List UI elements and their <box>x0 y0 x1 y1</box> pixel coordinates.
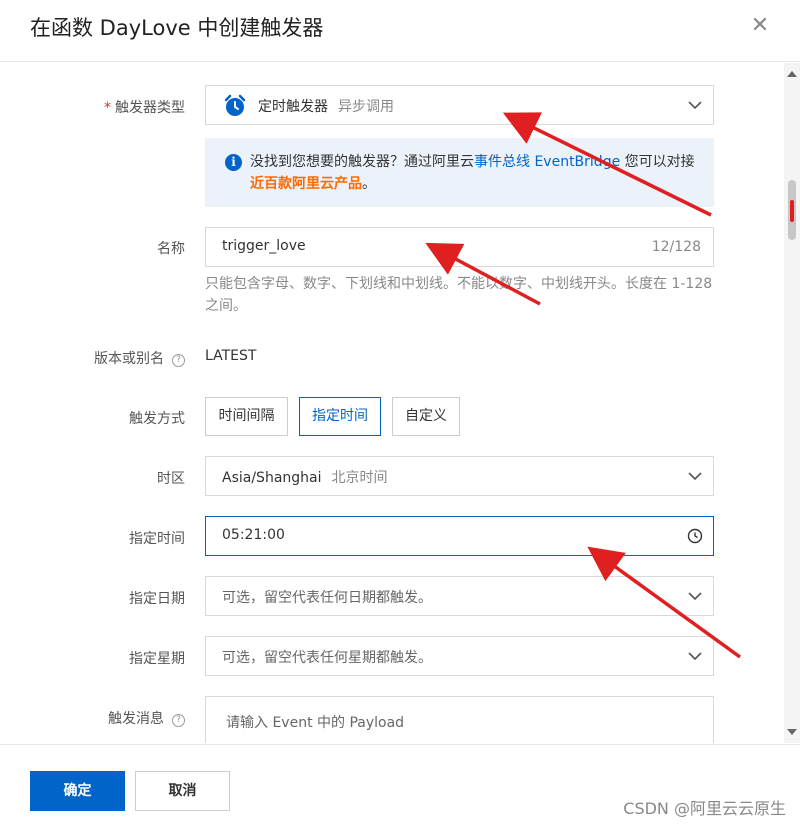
timezone-label: 时区 <box>157 471 185 487</box>
info-text-2: 您可以对接 <box>620 154 695 170</box>
help-icon[interactable]: ? <box>172 354 185 367</box>
time-input[interactable]: 05:21:00 <box>205 516 714 556</box>
trigger-mode-label: 触发方式 <box>129 411 185 427</box>
trigger-type-label: * 触发器类型 <box>104 97 185 117</box>
version-label-text: 版本或别名 <box>94 351 164 367</box>
dialog-body: * 触发器类型 定时触发器 异步调用 i 没找到您想要的触发器？通过阿里云事件总线 … <box>0 63 800 743</box>
chevron-down-icon <box>688 101 702 110</box>
timezone-select[interactable]: Asia/Shanghai 北京时间 <box>205 456 714 496</box>
trigger-type-sub: 异步调用 <box>338 99 394 115</box>
trigger-type-select[interactable]: 定时触发器 异步调用 <box>205 85 714 125</box>
payload-textarea[interactable]: 请输入 Event 中的 Payload <box>205 696 714 743</box>
chevron-down-icon <box>688 592 702 601</box>
help-icon[interactable]: ? <box>172 714 185 727</box>
chevron-down-icon <box>688 472 702 481</box>
watermark: CSDN @阿里云云原生 <box>623 799 786 818</box>
cancel-button[interactable]: 取消 <box>135 771 230 811</box>
version-value: LATEST <box>205 348 257 364</box>
time-label: 指定时间 <box>129 531 185 547</box>
alarm-clock-icon <box>224 94 246 116</box>
timezone-sub: 北京时间 <box>331 470 388 486</box>
date-label: 指定日期 <box>129 591 185 607</box>
dialog-title: 在函数 DayLove 中创建触发器 <box>30 16 324 40</box>
close-icon[interactable]: ✕ <box>748 14 772 38</box>
name-label: 名称 <box>157 241 185 257</box>
dialog-footer: 确定 取消 CSDN @阿里云云原生 <box>0 744 800 824</box>
name-counter: 12/128 <box>651 239 701 255</box>
date-select[interactable]: 可选，留空代表任何日期都触发。 <box>205 576 714 616</box>
weekday-label: 指定星期 <box>129 651 185 667</box>
time-value: 05:21:00 <box>222 527 285 543</box>
weekday-placeholder: 可选，留空代表任何星期都触发。 <box>222 650 432 666</box>
name-value: trigger_love <box>222 238 306 254</box>
payload-label: 触发消息? <box>108 708 185 728</box>
mode-interval-button[interactable]: 时间间隔 <box>205 397 288 436</box>
info-text-3: 。 <box>362 176 376 192</box>
scrollbar[interactable] <box>784 63 800 743</box>
products-link[interactable]: 近百款阿里云产品 <box>250 176 362 192</box>
version-label: 版本或别名? <box>94 348 185 368</box>
clock-icon[interactable] <box>687 528 703 544</box>
scrollbar-thumb[interactable] <box>788 180 796 240</box>
trigger-type-value: 定时触发器 <box>258 99 328 115</box>
chevron-down-icon <box>688 652 702 661</box>
timezone-value: Asia/Shanghai <box>222 470 322 486</box>
weekday-select[interactable]: 可选，留空代表任何星期都触发。 <box>205 636 714 676</box>
dialog-header: 在函数 DayLove 中创建触发器 ✕ <box>0 0 800 62</box>
info-message: 没找到您想要的触发器？通过阿里云事件总线 EventBridge 您可以对接近百… <box>250 151 700 195</box>
trigger-type-label-text: 触发器类型 <box>115 100 185 116</box>
mode-custom-button[interactable]: 自定义 <box>392 397 460 436</box>
name-input[interactable]: trigger_love 12/128 <box>205 227 714 267</box>
scroll-down-icon[interactable] <box>787 729 797 735</box>
info-icon: i <box>225 154 242 171</box>
date-placeholder: 可选，留空代表任何日期都触发。 <box>222 590 432 606</box>
payload-placeholder: 请输入 Event 中的 Payload <box>226 715 405 731</box>
required-mark: * <box>104 100 111 116</box>
info-banner: i 没找到您想要的触发器？通过阿里云事件总线 EventBridge 您可以对接… <box>205 138 714 207</box>
scroll-up-icon[interactable] <box>787 71 797 77</box>
info-text-1: 没找到您想要的触发器？通过阿里云 <box>250 154 474 170</box>
payload-label-text: 触发消息 <box>108 711 164 727</box>
eventbridge-link[interactable]: 事件总线 EventBridge <box>474 154 620 170</box>
mode-specified-time-button[interactable]: 指定时间 <box>299 397 381 436</box>
name-hint: 只能包含字母、数字、下划线和中划线。不能以数字、中划线开头。长度在 1-128 … <box>205 276 713 314</box>
confirm-button[interactable]: 确定 <box>30 771 125 811</box>
